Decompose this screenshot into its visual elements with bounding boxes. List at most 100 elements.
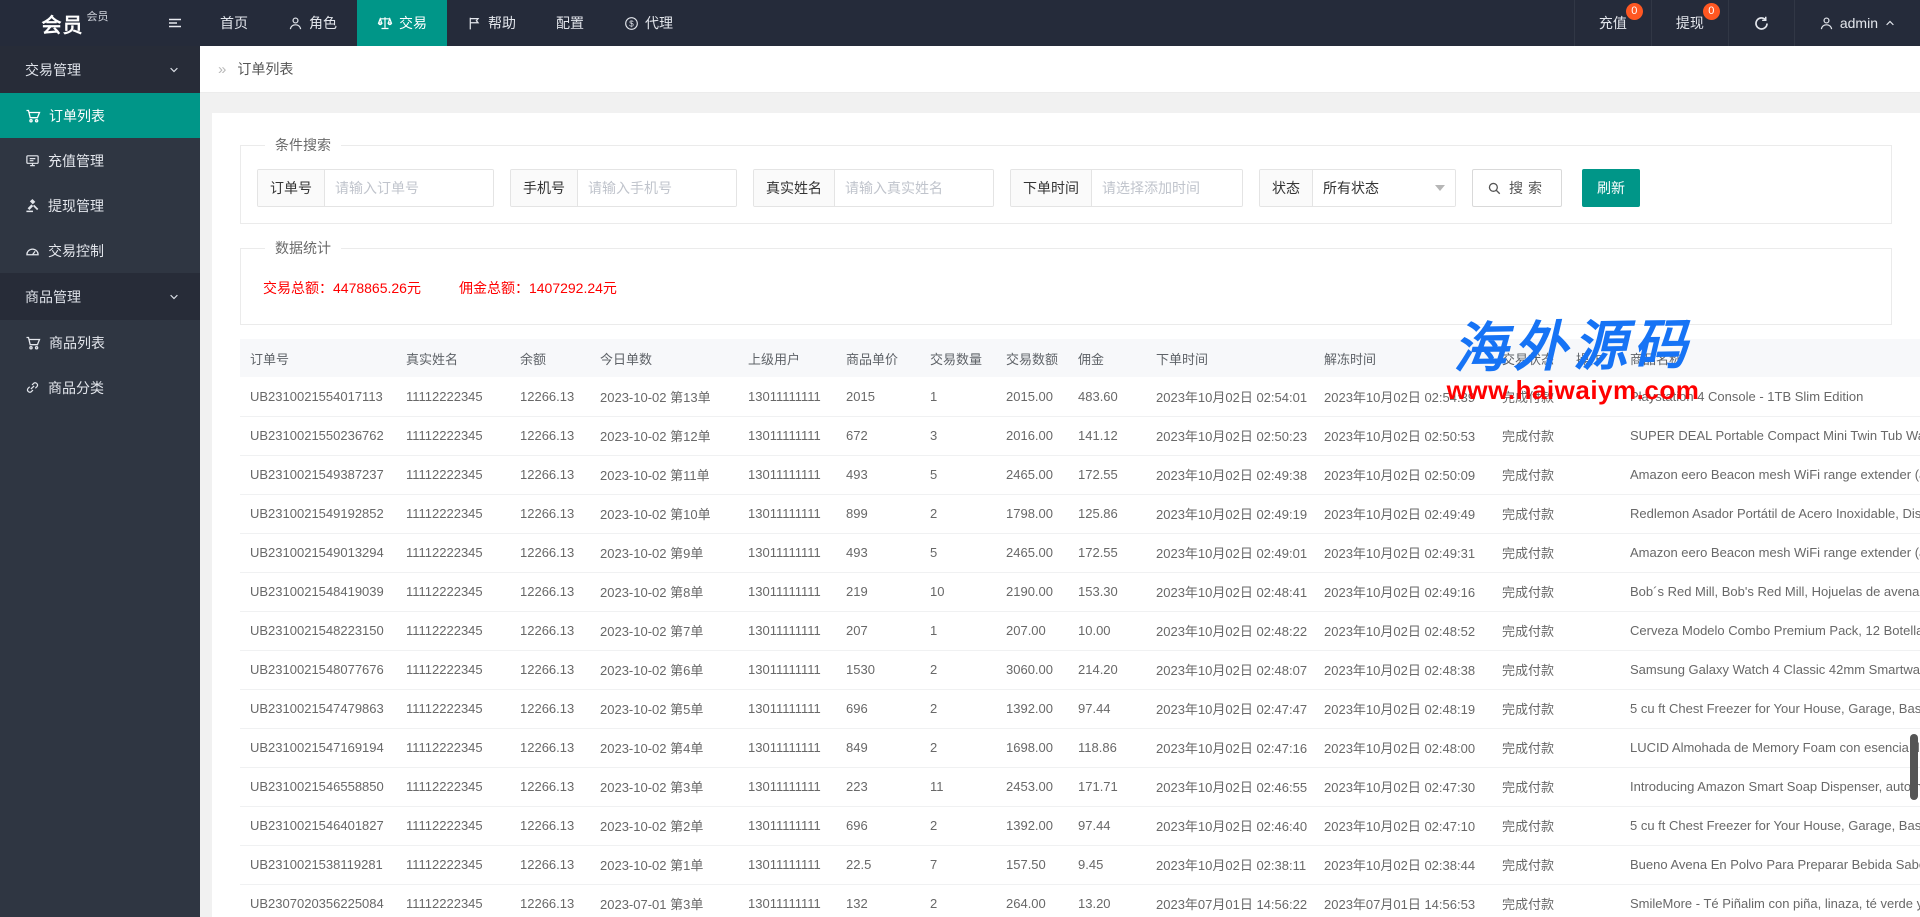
topbar-action-0[interactable]: 充值0 [1574, 0, 1651, 46]
nav-item-5[interactable]: $代理 [604, 0, 693, 46]
sidebar-item-0-3[interactable]: 交易控制 [0, 228, 200, 273]
link-icon [25, 380, 40, 395]
cell-6-2: 12266.13 [510, 611, 590, 650]
cell-9-11: 完成付款 [1492, 728, 1566, 767]
cell-12-8: 9.45 [1068, 845, 1146, 884]
cell-9-3: 2023-10-02 第4单 [590, 728, 738, 767]
cell-0-13: Playstation 4 Console - 1TB Slim Edition [1620, 377, 1920, 416]
topbar-action-1[interactable]: 提现0 [1651, 0, 1728, 46]
search-field-2: 真实姓名 [753, 169, 994, 207]
table-row-6: UB23100215482231501111222234512266.13202… [240, 611, 1920, 650]
cell-7-5: 1530 [836, 650, 920, 689]
cell-11-0: UB2310021546401827 [240, 806, 396, 845]
cell-1-8: 141.12 [1068, 416, 1146, 455]
cell-2-10: 2023年10月02日 02:50:09 [1314, 455, 1492, 494]
search-icon [1487, 181, 1502, 196]
refresh-button[interactable] [1728, 0, 1794, 46]
sidebar-group-0[interactable]: 交易管理 [0, 46, 200, 93]
search-panel: 条件搜索 订单号手机号真实姓名下单时间状态所有状态搜索刷新 [240, 135, 1892, 224]
search-form: 订单号手机号真实姓名下单时间状态所有状态搜索刷新 [257, 169, 1875, 207]
cell-1-9: 2023年10月02日 02:50:23 [1146, 416, 1314, 455]
cell-11-2: 12266.13 [510, 806, 590, 845]
sidebar-group-label: 商品管理 [25, 287, 81, 307]
cell-7-4: 13011111111 [738, 650, 836, 689]
cell-1-3: 2023-10-02 第12单 [590, 416, 738, 455]
cell-5-9: 2023年10月02日 02:48:41 [1146, 572, 1314, 611]
table-row-3: UB23100215491928521111222234512266.13202… [240, 494, 1920, 533]
cell-4-13: Amazon eero Beacon mesh WiFi range exten… [1620, 533, 1920, 572]
cell-4-12 [1566, 533, 1620, 572]
cell-10-10: 2023年10月02日 02:47:30 [1314, 767, 1492, 806]
search-field-label: 下单时间 [1011, 170, 1092, 206]
cell-9-2: 12266.13 [510, 728, 590, 767]
sidebar-item-0-2[interactable]: 提现管理 [0, 183, 200, 228]
cell-13-10: 2023年07月01日 14:56:53 [1314, 884, 1492, 917]
nav-item-1[interactable]: 角色 [268, 0, 357, 46]
cell-5-8: 153.30 [1068, 572, 1146, 611]
chevron-up-icon [1884, 17, 1896, 29]
cell-6-1: 11112222345 [396, 611, 510, 650]
cell-2-12 [1566, 455, 1620, 494]
cell-5-1: 11112222345 [396, 572, 510, 611]
search-input-3[interactable] [1092, 170, 1242, 206]
cell-9-6: 2 [920, 728, 996, 767]
refresh-list-button[interactable]: 刷新 [1582, 169, 1640, 207]
nav-item-3[interactable]: 帮助 [447, 0, 536, 46]
search-input-1[interactable] [578, 170, 736, 206]
cell-11-3: 2023-10-02 第2单 [590, 806, 738, 845]
vertical-scrollbar-thumb[interactable] [1910, 734, 1918, 800]
cell-11-7: 1392.00 [996, 806, 1068, 845]
svg-text:$: $ [629, 19, 634, 28]
cell-5-0: UB2310021548419039 [240, 572, 396, 611]
cell-3-10: 2023年10月02日 02:49:49 [1314, 494, 1492, 533]
cell-2-6: 5 [920, 455, 996, 494]
notification-badge: 0 [1703, 3, 1720, 20]
nav-item-4[interactable]: 配置 [536, 0, 604, 46]
cell-11-11: 完成付款 [1492, 806, 1566, 845]
nav-item-label: 首页 [220, 13, 248, 33]
cell-0-2: 12266.13 [510, 377, 590, 416]
nav-item-label: 交易 [399, 13, 427, 33]
column-header-1: 真实姓名 [396, 339, 510, 377]
sidebar-item-0-1[interactable]: 充值管理 [0, 138, 200, 183]
cell-0-4: 13011111111 [738, 377, 836, 416]
sidebar-item-1-1[interactable]: 商品分类 [0, 365, 200, 410]
search-field-label: 状态 [1260, 170, 1313, 206]
cell-12-13: Bueno Avena En Polvo Para Preparar Bebid… [1620, 845, 1920, 884]
search-button[interactable]: 搜索 [1472, 169, 1562, 207]
cell-2-5: 493 [836, 455, 920, 494]
sidebar-group-1[interactable]: 商品管理 [0, 273, 200, 320]
main-content: » 订单列表 条件搜索 订单号手机号真实姓名下单时间状态所有状态搜索刷新 数据统… [200, 46, 1920, 917]
sidebar-item-1-0[interactable]: 商品列表 [0, 320, 200, 365]
cell-4-4: 13011111111 [738, 533, 836, 572]
cell-5-7: 2190.00 [996, 572, 1068, 611]
cell-2-2: 12266.13 [510, 455, 590, 494]
cell-12-7: 157.50 [996, 845, 1068, 884]
topbar-action-3[interactable]: admin [1794, 0, 1920, 46]
nav-item-label: 帮助 [488, 13, 516, 33]
cell-3-2: 12266.13 [510, 494, 590, 533]
chevron-down-icon [168, 64, 180, 76]
cell-4-11: 完成付款 [1492, 533, 1566, 572]
column-header-10: 解冻时间 [1314, 339, 1492, 377]
sidebar-toggle-button[interactable] [150, 0, 200, 46]
app-logo: 会员 会员 [0, 0, 150, 46]
search-input-0[interactable] [325, 170, 493, 206]
cell-5-10: 2023年10月02日 02:49:16 [1314, 572, 1492, 611]
cart-icon [25, 335, 41, 351]
cell-7-8: 214.20 [1068, 650, 1146, 689]
search-input-2[interactable] [835, 170, 993, 206]
cell-7-2: 12266.13 [510, 650, 590, 689]
nav-item-0[interactable]: 首页 [200, 0, 268, 46]
status-select[interactable]: 所有状态 [1313, 170, 1455, 206]
cell-8-7: 1392.00 [996, 689, 1068, 728]
cell-0-5: 2015 [836, 377, 920, 416]
sidebar-item-0-0[interactable]: 订单列表 [0, 93, 200, 138]
cell-10-11: 完成付款 [1492, 767, 1566, 806]
cell-10-12 [1566, 767, 1620, 806]
nav-item-2[interactable]: 交易 [357, 0, 447, 46]
search-panel-legend: 条件搜索 [265, 135, 341, 155]
cell-6-4: 13011111111 [738, 611, 836, 650]
cell-4-10: 2023年10月02日 02:49:31 [1314, 533, 1492, 572]
cell-9-10: 2023年10月02日 02:48:00 [1314, 728, 1492, 767]
